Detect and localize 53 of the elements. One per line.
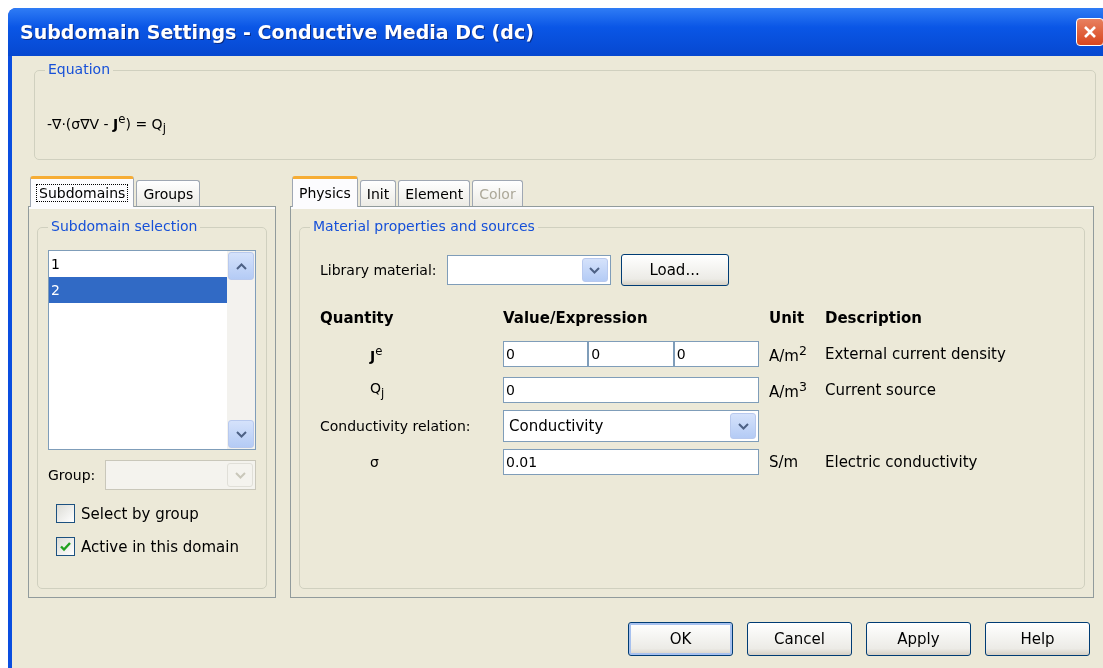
value-field[interactable]: 0 xyxy=(588,341,674,367)
relation-dropdown[interactable]: Conductivity xyxy=(503,410,759,442)
tab[interactable]: Groups xyxy=(136,180,201,206)
scroll-down-button[interactable] xyxy=(228,420,254,448)
quantity-symbol: J$^{e}$ xyxy=(368,344,384,364)
unit-text: A/m$^{2}$ xyxy=(769,343,808,365)
tab[interactable]: Subdomains xyxy=(30,176,135,207)
column-header: Unit xyxy=(769,309,806,327)
quantity-symbol: Q$_{j}$ xyxy=(369,380,386,400)
quantity-symbol: σ xyxy=(369,454,380,470)
close-icon xyxy=(1083,25,1097,39)
list-item[interactable]: 2 xyxy=(49,277,227,303)
tab[interactable]: Init xyxy=(359,180,397,206)
subdomain-list[interactable]: 1 2 xyxy=(48,250,256,450)
description-text: Current source xyxy=(825,381,937,399)
tab[interactable]: Element xyxy=(398,180,471,206)
value-field[interactable]: 0.01 xyxy=(503,449,759,475)
window-title: Subdomain Settings - Conductive Media DC (dc) xyxy=(20,21,534,43)
chevron-up-icon xyxy=(235,262,247,270)
dialog-button[interactable]: Help xyxy=(985,622,1090,656)
tab[interactable]: Physics xyxy=(292,176,358,207)
description-text: External current density xyxy=(825,345,1007,363)
value-field[interactable]: 0 xyxy=(503,341,589,367)
close-button[interactable] xyxy=(1076,18,1103,46)
value-field[interactable]: 0 xyxy=(503,377,759,403)
list-item[interactable]: 1 xyxy=(49,251,227,277)
group-label: Group: xyxy=(48,467,96,483)
check-icon xyxy=(59,540,72,553)
relation-label: Conductivity relation: xyxy=(320,418,472,434)
unit-text: S/m xyxy=(769,453,800,471)
column-header: Value/Expression xyxy=(503,309,649,327)
load-button[interactable]: Load... xyxy=(620,254,729,286)
column-header: Description xyxy=(825,309,924,327)
column-header: Quantity xyxy=(320,309,395,327)
library-dropdown[interactable] xyxy=(446,255,611,285)
dialog-button[interactable]: Cancel xyxy=(747,622,852,656)
group-legend: Equation xyxy=(45,61,113,77)
chevron-down-icon xyxy=(234,471,246,479)
group-legend: Material properties and sources xyxy=(310,218,538,234)
group-legend: Subdomain selection xyxy=(48,218,201,234)
value-field[interactable]: 0 xyxy=(673,341,759,367)
dialog-button[interactable]: Apply xyxy=(866,622,971,656)
checkbox[interactable]: Select by group xyxy=(56,504,256,523)
scroll-up-button[interactable] xyxy=(228,252,254,280)
dialog-button[interactable]: OK xyxy=(628,622,733,656)
equation-text: -∇·(σ∇V - J$^{e}$) = Q$_{j}$ xyxy=(47,112,166,136)
library-label: Library material: xyxy=(320,262,437,278)
chevron-down-icon xyxy=(235,430,247,438)
unit-text: A/m$^{3}$ xyxy=(769,379,808,401)
chevron-down-icon xyxy=(737,422,749,430)
chevron-down-icon xyxy=(589,266,601,274)
checkbox[interactable]: Active in this domain xyxy=(56,537,256,556)
description-text: Electric conductivity xyxy=(825,453,979,471)
